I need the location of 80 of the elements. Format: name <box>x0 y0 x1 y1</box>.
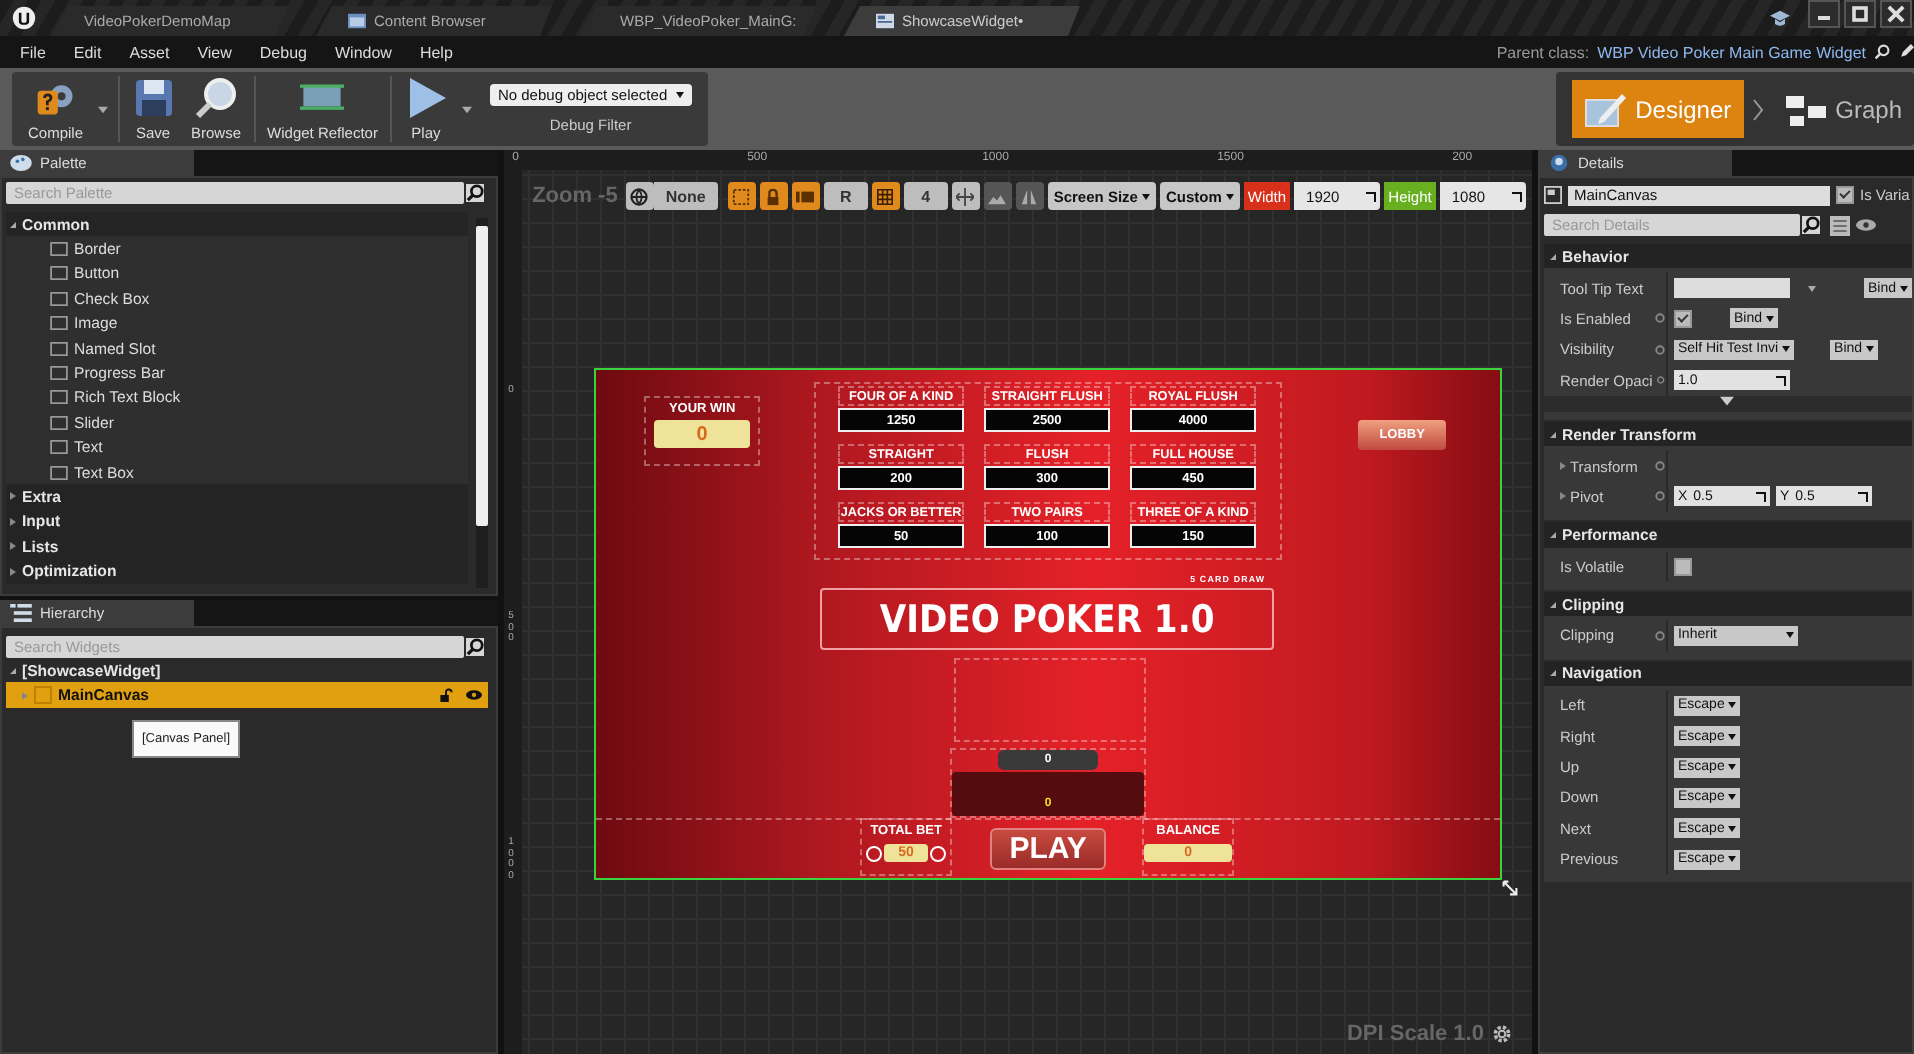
square-icon <box>50 440 68 455</box>
square-icon <box>50 242 68 257</box>
grid-view-icon[interactable] <box>1829 215 1850 235</box>
toggle-button[interactable] <box>727 182 756 210</box>
dashed-square-icon <box>732 187 751 205</box>
square-icon <box>50 390 68 405</box>
eye-icon[interactable] <box>1855 218 1876 232</box>
caret-icon[interactable] <box>97 105 108 113</box>
lock-icon[interactable] <box>438 688 455 703</box>
checkbox[interactable] <box>1673 557 1692 576</box>
zoom-label: Zoom -5 <box>532 184 618 208</box>
tooltip-text-field[interactable] <box>1673 278 1790 299</box>
minimize-icon <box>1818 16 1830 20</box>
win-amount: 0 <box>654 420 751 448</box>
mirror-icon <box>1020 187 1039 205</box>
increase-button[interactable] <box>930 845 947 861</box>
expand-arrow-icon[interactable] <box>1720 395 1735 406</box>
close-button[interactable] <box>1880 0 1912 28</box>
globe-icon <box>630 187 649 205</box>
mirror-button[interactable] <box>1015 182 1044 210</box>
play-button[interactable]: PLAY <box>990 828 1107 870</box>
mode-tab[interactable]: Graph <box>1771 80 1914 138</box>
search-icon[interactable] <box>1801 216 1820 234</box>
game-title: VIDEO POKER 1.0 <box>820 588 1275 650</box>
scrollbar-thumb[interactable] <box>476 226 489 526</box>
menu-item[interactable]: File <box>20 43 46 61</box>
lock-icon <box>764 187 783 205</box>
view-mode-button[interactable]: None <box>653 182 718 210</box>
game-widget-preview[interactable] <box>594 368 1503 880</box>
widget-icon <box>876 12 894 30</box>
search-icon[interactable] <box>1874 44 1890 60</box>
chevron-icon <box>1751 97 1764 121</box>
square-icon <box>50 366 68 381</box>
square-icon <box>50 291 68 306</box>
widget-icon <box>1543 186 1562 204</box>
globe-button[interactable] <box>625 182 654 210</box>
decrease-button[interactable] <box>866 845 883 861</box>
search-icon[interactable] <box>466 638 485 656</box>
logo-icon <box>12 6 36 30</box>
grid-icon <box>876 187 895 205</box>
restore-button[interactable] <box>1844 0 1876 28</box>
minimize-button[interactable] <box>1808 0 1840 28</box>
toggle-button[interactable]: 4 <box>903 182 948 210</box>
palette-icon <box>10 154 32 172</box>
is-variable-checkbox[interactable] <box>1835 186 1854 204</box>
search-icon[interactable] <box>466 184 485 202</box>
eye-icon[interactable] <box>466 688 483 703</box>
square-icon <box>50 316 68 331</box>
menu-item[interactable]: Help <box>419 43 453 61</box>
folder-icon <box>348 12 366 30</box>
toggle-button[interactable] <box>791 182 820 210</box>
square-icon <box>50 465 68 480</box>
layout-icon <box>796 187 815 205</box>
pencil-icon[interactable] <box>1898 44 1914 60</box>
restore-icon <box>1846 2 1874 26</box>
parent-class-link[interactable]: WBP Video Poker Main Game Widget <box>1597 43 1866 61</box>
square-icon <box>50 415 68 430</box>
menu-item[interactable]: View <box>197 43 232 61</box>
menu-item[interactable]: Window <box>334 43 392 61</box>
settings-icon[interactable] <box>1491 1024 1512 1044</box>
search-icon <box>194 76 239 120</box>
menu-item[interactable]: Asset <box>129 43 170 61</box>
toggle-button[interactable] <box>759 182 788 210</box>
dpi-scale-label: DPI Scale 1.0 <box>1346 1022 1484 1046</box>
square-icon <box>50 341 68 356</box>
graduation-cap-icon[interactable] <box>1770 10 1790 28</box>
square-icon <box>50 266 68 281</box>
checkbox[interactable] <box>1673 309 1692 328</box>
resize-handle-icon[interactable] <box>1502 880 1519 896</box>
list-icon <box>10 604 32 622</box>
fit-button[interactable] <box>951 182 980 210</box>
close-icon <box>1882 2 1910 26</box>
parent-class-label: Parent class: <box>1496 43 1590 61</box>
toggle-button[interactable] <box>871 182 900 210</box>
toggle-button[interactable]: R <box>823 182 868 210</box>
menu-item[interactable]: Debug <box>259 43 307 61</box>
easel-pen-icon <box>1583 89 1628 129</box>
arrows-icon <box>956 187 975 205</box>
caret-icon[interactable] <box>461 105 472 113</box>
menu-item[interactable]: Edit <box>73 43 102 61</box>
